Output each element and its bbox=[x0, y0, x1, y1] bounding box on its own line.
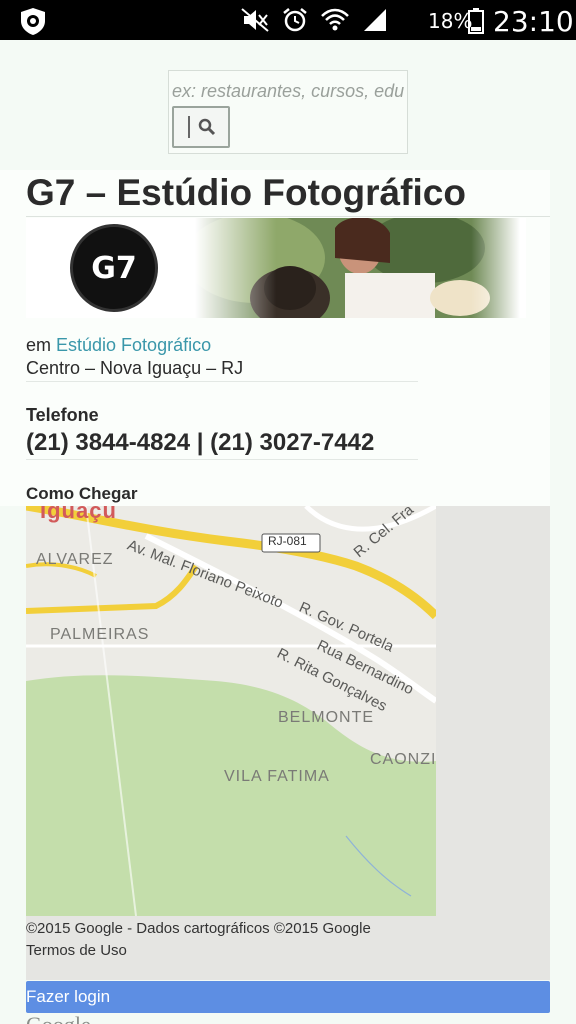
search-icon bbox=[198, 118, 216, 136]
text-cursor bbox=[188, 116, 190, 138]
wifi-icon bbox=[321, 8, 349, 31]
map-label-iguacu: Iguaçu bbox=[40, 506, 117, 523]
alarm-icon bbox=[283, 8, 307, 32]
page-title: G7 – Estúdio Fotográfico bbox=[26, 172, 466, 213]
google-logo: Google bbox=[26, 1012, 91, 1024]
wedding-photo bbox=[195, 218, 520, 318]
divider bbox=[26, 381, 418, 382]
status-bar: 18% 23:10 bbox=[0, 0, 576, 40]
battery-percent: 18% bbox=[428, 9, 473, 33]
map-credit: ©2015 Google - Dados cartográficos ©2015… bbox=[26, 920, 371, 937]
business-logo: G7 bbox=[70, 224, 158, 312]
clock: 23:10 bbox=[493, 5, 574, 38]
map-label-vila-fatima: VILA FATIMA bbox=[224, 768, 330, 785]
map-label-palmeiras: PALMEIRAS bbox=[50, 626, 150, 643]
login-button[interactable]: Fazer login bbox=[26, 981, 550, 1013]
map-label-belmonte: BELMONTE bbox=[278, 709, 375, 726]
shield-app-icon bbox=[21, 8, 45, 35]
divider bbox=[26, 459, 418, 460]
logo-text: G7 bbox=[91, 251, 137, 286]
map[interactable]: Iguaçu ALVAREZ PALMEIRAS BELMONTE CAONZI… bbox=[26, 506, 436, 916]
signal-icon bbox=[364, 9, 386, 31]
mute-icon bbox=[241, 8, 269, 32]
road-label-rj081: RJ-081 bbox=[268, 534, 307, 548]
map-label-alvarez: ALVAREZ bbox=[36, 551, 114, 568]
address: Centro – Nova Iguaçu – RJ bbox=[26, 358, 244, 378]
category-link[interactable]: Estúdio Fotográfico bbox=[56, 335, 211, 355]
category-prefix: em bbox=[26, 335, 57, 355]
battery-icon bbox=[468, 8, 484, 34]
search-button[interactable] bbox=[172, 106, 230, 148]
phone-heading: Telefone bbox=[26, 405, 99, 425]
login-label: Fazer login bbox=[26, 987, 111, 1006]
search-input[interactable] bbox=[170, 77, 406, 105]
search-form bbox=[168, 70, 408, 154]
category-line: em Estúdio Fotográfico bbox=[26, 335, 211, 356]
map-label-caonze: CAONZI bbox=[370, 751, 436, 768]
divider bbox=[26, 216, 550, 217]
phone-numbers[interactable]: (21) 3844-4824 | (21) 3027-7442 bbox=[26, 429, 374, 457]
terms-of-use-link[interactable]: Termos de Uso bbox=[26, 942, 127, 959]
directions-heading: Como Chegar bbox=[26, 484, 138, 503]
